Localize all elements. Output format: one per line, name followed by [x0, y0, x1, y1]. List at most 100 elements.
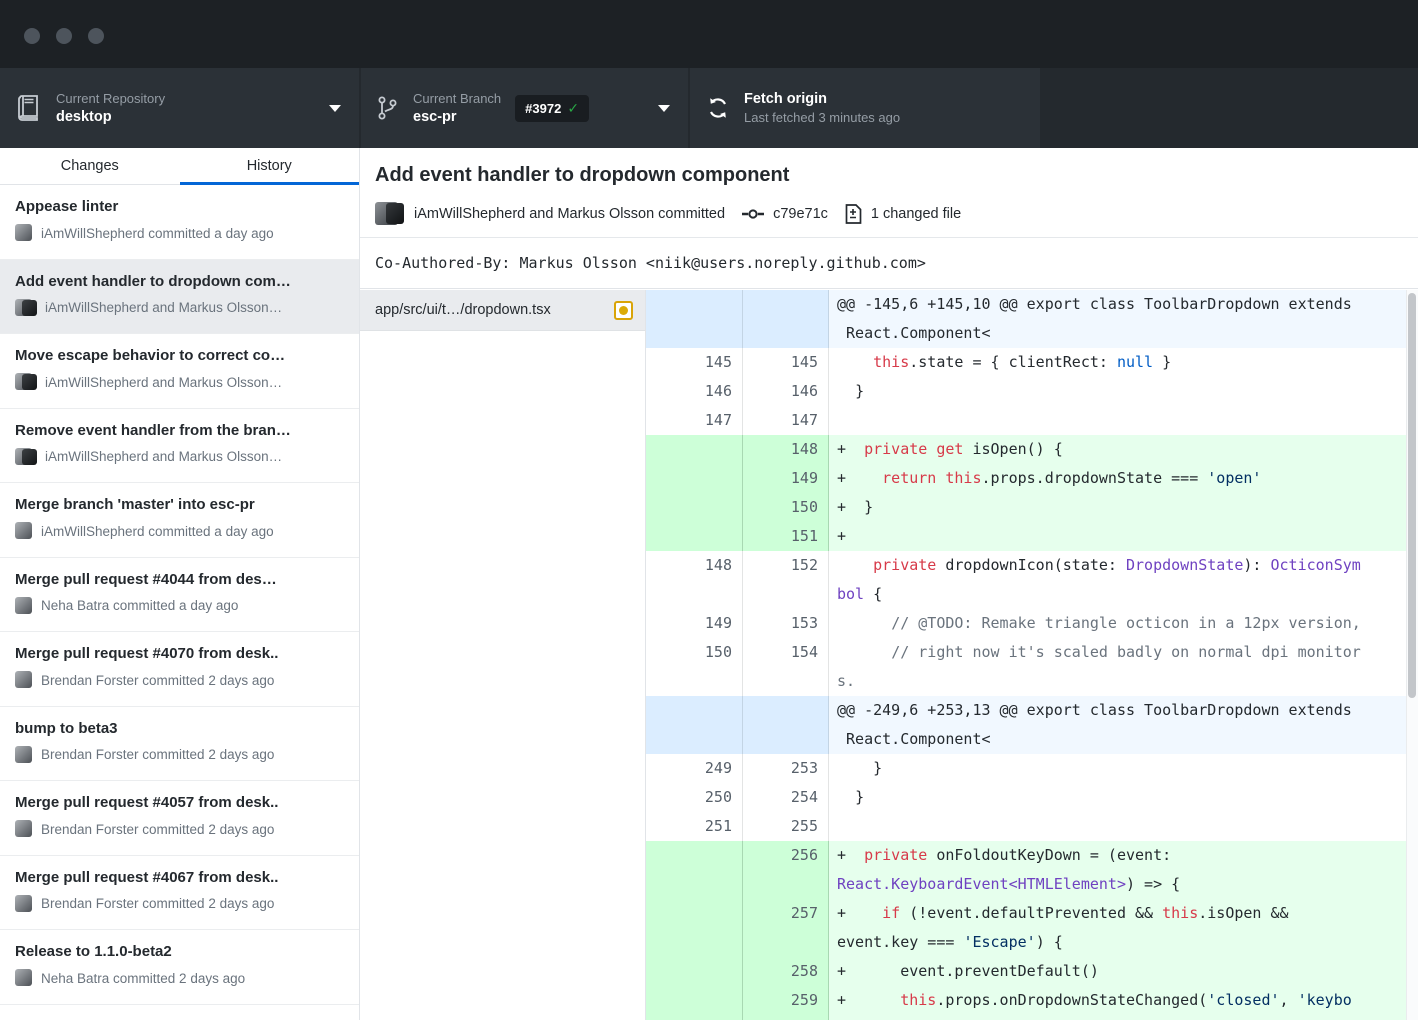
avatar	[15, 746, 32, 763]
diff-scrollbar-track[interactable]	[1406, 290, 1418, 1020]
code-token: dropdownIcon(state:	[936, 556, 1126, 574]
tab-history[interactable]: History	[180, 148, 360, 184]
commit-item-meta-text: Brendan Forster committed 2 days ago	[41, 747, 274, 762]
code-token	[837, 614, 891, 632]
avatar	[15, 522, 32, 539]
file-path: app/src/ui/t…/dropdown.tsx	[375, 302, 606, 318]
diff-code-line: +	[829, 522, 1418, 551]
commit-item-title: bump to beta3	[15, 719, 345, 739]
file-row[interactable]: app/src/ui/t…/dropdown.tsx	[360, 290, 645, 331]
fetch-origin-subtitle: Last fetched 3 minutes ago	[744, 109, 900, 126]
commit-list-item[interactable]: Remove event handler from the bran…iAmWi…	[0, 409, 359, 484]
code-token: .state = { clientRect:	[909, 353, 1117, 371]
changed-file-icon	[845, 204, 862, 224]
diff-code-line	[829, 812, 1418, 841]
diff-old-line-number: 146	[646, 377, 743, 406]
commit-item-title: Merge pull request #4070 from desk..	[15, 644, 345, 664]
git-branch-icon	[377, 94, 399, 122]
diff-code-line: // right now it's scaled badly on normal…	[829, 638, 1418, 696]
commit-list-item[interactable]: Add event handler to dropdown com…iAmWil…	[0, 260, 359, 335]
diff-row-added: 149+ return this.props.dropdownState ===…	[646, 464, 1418, 493]
current-branch-label: Current Branch	[413, 91, 501, 106]
diff-code-line: @@ -145,6 +145,10 @@ export class Toolba…	[829, 290, 1418, 348]
diff-new-line-number: 145	[743, 348, 829, 377]
commit-detail-pane: Add event handler to dropdown component …	[360, 148, 1418, 1020]
diff-old-line-number: 250	[646, 783, 743, 812]
diff-row-context: 250254 }	[646, 783, 1418, 812]
diff-old-line-number	[646, 696, 743, 754]
zoom-window-button[interactable]	[88, 28, 104, 44]
commit-list-item[interactable]: Merge pull request #4044 from des…Neha B…	[0, 558, 359, 633]
code-token	[837, 353, 873, 371]
commit-item-avatars	[15, 746, 33, 764]
code-token: get	[936, 440, 963, 458]
diff-row-context: 251255	[646, 812, 1418, 841]
commit-list-item[interactable]: Merge pull request #4073 from desk..	[0, 1005, 359, 1020]
changed-files-list: app/src/ui/t…/dropdown.tsx	[360, 290, 646, 1020]
diff-old-line-number	[646, 899, 743, 957]
diff-new-line-number: 149	[743, 464, 829, 493]
diff-row-added: 257+ if (!event.defaultPrevented && this…	[646, 899, 1418, 957]
commit-item-meta-text: iAmWillShepherd and Markus Olsson…	[45, 300, 282, 315]
diff-row-context: 147147	[646, 406, 1418, 435]
commit-item-avatars	[15, 448, 37, 466]
commit-item-title: Appease linter	[15, 197, 345, 217]
tab-changes[interactable]: Changes	[0, 148, 180, 184]
close-window-button[interactable]	[24, 28, 40, 44]
commit-list-item[interactable]: Merge branch 'master' into esc-priAmWill…	[0, 483, 359, 558]
code-token: +	[837, 527, 846, 545]
titlebar	[0, 0, 1418, 68]
code-token: null	[1117, 353, 1153, 371]
diff-scrollbar-thumb[interactable]	[1408, 293, 1416, 698]
code-token: }	[1153, 353, 1171, 371]
commit-list-item[interactable]: Merge pull request #4057 from desk..Bren…	[0, 781, 359, 856]
commit-item-meta: iAmWillShepherd and Markus Olsson…	[15, 373, 345, 391]
app-window: Current Repository desktop Current Branc…	[0, 0, 1418, 1020]
diff-old-line-number: 249	[646, 754, 743, 783]
current-branch-dropdown[interactable]: Current Branch esc-pr #3972 ✓	[361, 68, 688, 148]
diff-code-line: }	[829, 783, 1418, 812]
code-token: ,	[1280, 991, 1298, 1009]
commit-list-item[interactable]: bump to beta3 Brendan Forster committed 2…	[0, 707, 359, 782]
diff-row-context: 149153 // @TODO: Remake triangle octicon…	[646, 609, 1418, 638]
commit-item-meta-text: iAmWillShepherd and Markus Olsson…	[45, 375, 282, 390]
code-token: // @TODO: Remake triangle octicon in a 1…	[891, 614, 1361, 632]
avatar	[15, 224, 32, 241]
commit-author-avatars	[375, 202, 405, 226]
commit-item-meta-text: Brendan Forster committed 2 days ago	[41, 896, 274, 911]
commit-item-avatars	[15, 373, 37, 391]
commit-list-item[interactable]: Merge pull request #4067 from desk..Bren…	[0, 856, 359, 931]
commit-item-meta: iAmWillShepherd and Markus Olsson…	[15, 299, 345, 317]
diff-row-context: 145145 this.state = { clientRect: null }	[646, 348, 1418, 377]
commit-list-item[interactable]: Move escape behavior to correct co…iAmWi…	[0, 334, 359, 409]
code-token: +	[837, 846, 864, 864]
fetch-origin-button[interactable]: Fetch origin Last fetched 3 minutes ago	[690, 68, 1040, 148]
code-token: +	[837, 904, 882, 922]
diff-row-added: 151+	[646, 522, 1418, 551]
commit-list-item[interactable]: Merge pull request #4070 from desk..Bren…	[0, 632, 359, 707]
current-branch-value: esc-pr	[413, 108, 501, 127]
commit-list-item[interactable]: Release to 1.1.0-beta2Neha Batra committ…	[0, 930, 359, 1005]
diff-new-line-number: 257	[743, 899, 829, 957]
minimize-window-button[interactable]	[56, 28, 72, 44]
diff-code-line: + event.preventDefault()	[829, 957, 1418, 986]
commit-item-title: Remove event handler from the bran…	[15, 421, 345, 441]
code-token: DropdownState	[1126, 556, 1243, 574]
diff-old-line-number	[646, 435, 743, 464]
current-repository-dropdown[interactable]: Current Repository desktop	[0, 68, 359, 148]
chevron-down-icon	[329, 105, 341, 112]
commit-item-avatars	[15, 895, 33, 913]
code-token: {	[864, 585, 882, 603]
diff-code-line: @@ -249,6 +253,13 @@ export class Toolba…	[829, 696, 1418, 754]
diff-code-line: // @TODO: Remake triangle octicon in a 1…	[829, 609, 1418, 638]
diff-code-line: private dropdownIcon(state: DropdownStat…	[829, 551, 1418, 609]
avatar	[22, 449, 37, 465]
diff-code-line	[829, 406, 1418, 435]
code-token: 'closed'	[1207, 991, 1279, 1009]
git-commit-icon	[742, 206, 764, 222]
diff-row-hunk: @@ -249,6 +253,13 @@ export class Toolba…	[646, 696, 1418, 754]
diff-row-added: 256+ private onFoldoutKeyDown = (event: …	[646, 841, 1418, 899]
code-token: .props.dropdownState ===	[982, 469, 1208, 487]
pr-number-badge: #3972 ✓	[515, 95, 589, 122]
commit-list-item[interactable]: Appease linteriAmWillShepherd committed …	[0, 185, 359, 260]
